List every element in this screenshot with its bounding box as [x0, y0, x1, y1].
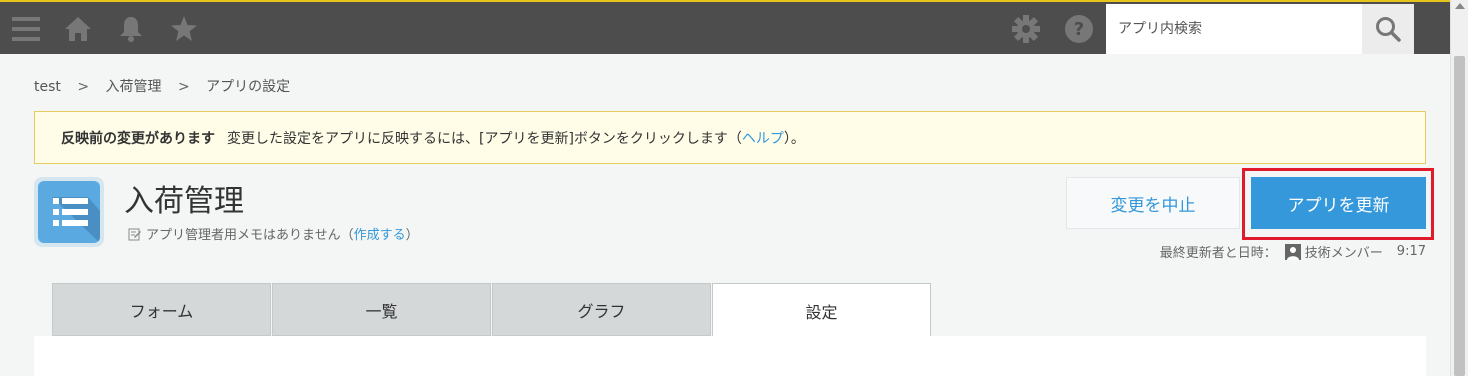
- tab-content-panel: [34, 336, 1426, 376]
- notice-message-end: ）。: [783, 130, 805, 147]
- tab-settings[interactable]: 設定: [712, 283, 931, 337]
- last-updated-time: 9:17: [1396, 244, 1426, 259]
- pending-changes-notice: 反映前の変更があります 変更した設定をアプリに反映するには、[アプリを更新]ボタ…: [34, 111, 1426, 164]
- cancel-changes-button[interactable]: 変更を中止: [1066, 177, 1240, 229]
- app-memo: アプリ管理者用メモはありません（ 作成する ）: [128, 224, 419, 243]
- search-icon: [1376, 17, 1401, 42]
- last-updated-info: 最終更新者と日時： 技術メンバー 9:17: [1160, 242, 1426, 261]
- last-updated-user[interactable]: 技術メンバー: [1305, 242, 1383, 261]
- svg-text:?: ?: [1074, 19, 1084, 40]
- list-icon: [52, 197, 100, 243]
- app-search-input[interactable]: [1106, 4, 1362, 54]
- menu-icon[interactable]: [10, 13, 42, 45]
- app-icon: [34, 177, 104, 247]
- help-link[interactable]: ヘルプ: [742, 128, 784, 148]
- top-header-bar: ?: [0, 0, 1450, 54]
- memo-edit-icon: [128, 228, 141, 240]
- update-app-button[interactable]: アプリを更新: [1251, 177, 1426, 229]
- user-icon: [1284, 243, 1301, 260]
- breadcrumb-item-settings: アプリの設定: [206, 79, 291, 95]
- vertical-scrollbar[interactable]: [1450, 0, 1468, 376]
- last-updated-label: 最終更新者と日時：: [1159, 246, 1277, 261]
- breadcrumb-separator: >: [177, 79, 190, 95]
- breadcrumb: test > 入荷管理 > アプリの設定: [34, 76, 290, 96]
- search-button[interactable]: [1362, 4, 1414, 54]
- notice-message: 変更した設定をアプリに反映するには、[アプリを更新]ボタンをクリックします（: [227, 130, 742, 147]
- tab-form[interactable]: フォーム: [52, 283, 271, 336]
- settings-tabs: フォーム 一覧 グラフ 設定: [52, 283, 932, 337]
- breadcrumb-item-space[interactable]: test: [34, 79, 61, 95]
- scroll-thumb[interactable]: [1454, 56, 1465, 376]
- breadcrumb-item-app[interactable]: 入荷管理: [106, 76, 162, 96]
- scroll-up-arrow[interactable]: [1455, 3, 1465, 9]
- home-icon[interactable]: [62, 13, 94, 45]
- tab-graph[interactable]: グラフ: [492, 283, 711, 336]
- bell-icon[interactable]: [115, 13, 147, 45]
- tab-list[interactable]: 一覧: [272, 283, 491, 336]
- star-icon[interactable]: [168, 13, 200, 45]
- memo-text-end: ）: [405, 228, 419, 243]
- create-memo-link[interactable]: 作成する: [354, 224, 406, 243]
- memo-text: アプリ管理者用メモはありません（: [146, 228, 354, 243]
- gear-icon[interactable]: [1010, 13, 1042, 45]
- app-title: 入荷管理: [124, 184, 244, 219]
- help-icon[interactable]: ?: [1063, 13, 1095, 45]
- breadcrumb-separator: >: [77, 79, 90, 95]
- notice-title: 反映前の変更があります: [61, 130, 215, 147]
